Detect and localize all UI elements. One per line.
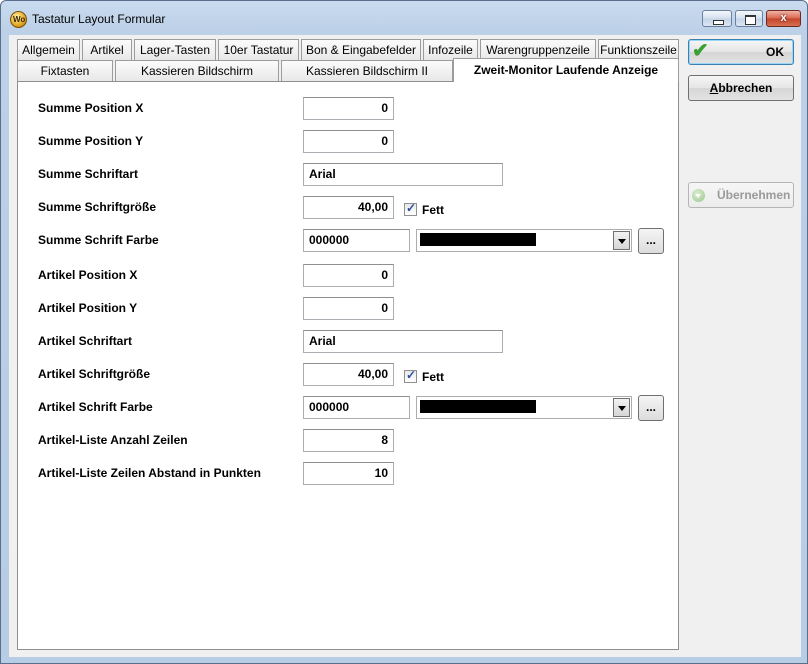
summe-position-y-input[interactable]: 0 bbox=[303, 130, 394, 153]
artikel-schriftgroesse-label: Artikel Schriftgröße bbox=[38, 367, 151, 381]
cancel-button[interactable]: Abbrechen bbox=[688, 75, 794, 101]
artikel-position-x-label: Artikel Position X bbox=[38, 268, 138, 282]
ok-button[interactable]: ✔ OK bbox=[688, 39, 794, 65]
summe-schrift-farbe-label: Summe Schrift Farbe bbox=[38, 233, 159, 247]
checkmark-icon: ✔ bbox=[692, 40, 709, 62]
liste-zeilen-abstand-label: Artikel-Liste Zeilen Abstand in Punkten bbox=[38, 466, 261, 480]
dialog-client-area: Allgemein Artikel Lager-Tasten 10er Tast… bbox=[9, 35, 801, 657]
title-bar[interactable]: Wo Tastatur Layout Formular x bbox=[1, 1, 807, 35]
ok-button-label: OK bbox=[766, 45, 784, 59]
summe-position-y-label: Summe Position Y bbox=[38, 134, 144, 148]
summe-fett-label[interactable]: Fett bbox=[422, 203, 444, 217]
close-button[interactable]: x bbox=[766, 10, 801, 27]
artikel-color-browse-button[interactable]: ... bbox=[638, 395, 664, 421]
summe-schrift-farbe-input[interactable]: 000000 bbox=[303, 229, 410, 252]
tab-bon-eingabefelder[interactable]: Bon & Eingabefelder bbox=[301, 39, 421, 61]
tab-kassieren-bildschirm-ii[interactable]: Kassieren Bildschirm II bbox=[281, 60, 453, 82]
liste-anzahl-zeilen-input[interactable]: 8 bbox=[303, 429, 394, 452]
tab-10er-tastatur[interactable]: 10er Tastatur bbox=[218, 39, 299, 61]
chevron-down-icon[interactable] bbox=[613, 398, 630, 417]
artikel-position-y-input[interactable]: 0 bbox=[303, 297, 394, 320]
cancel-button-label: bbrechen bbox=[718, 81, 773, 95]
artikel-position-x-input[interactable]: 0 bbox=[303, 264, 394, 287]
artikel-fett-checkbox[interactable] bbox=[404, 368, 417, 383]
maximize-icon bbox=[736, 11, 762, 26]
artikel-schriftgroesse-input[interactable]: 40,00 bbox=[303, 363, 394, 386]
close-icon: x bbox=[780, 12, 787, 24]
apply-button-label: Übernehmen bbox=[717, 188, 791, 202]
liste-anzahl-zeilen-label: Artikel-Liste Anzahl Zeilen bbox=[38, 433, 188, 447]
liste-zeilen-abstand-input[interactable]: 10 bbox=[303, 462, 394, 485]
summe-fett-checkbox[interactable] bbox=[404, 201, 417, 216]
maximize-button[interactable] bbox=[735, 10, 763, 27]
summe-schriftgroesse-input[interactable]: 40,00 bbox=[303, 196, 394, 219]
tab-panel: Summe Position X 0 Summe Position Y 0 Su… bbox=[17, 81, 679, 650]
tab-kassieren-bildschirm[interactable]: Kassieren Bildschirm bbox=[115, 60, 279, 82]
app-icon-text: Wo bbox=[13, 15, 26, 24]
artikel-schrift-farbe-label: Artikel Schrift Farbe bbox=[38, 400, 153, 414]
summe-schriftart-input[interactable]: Arial bbox=[303, 163, 503, 186]
artikel-schriftart-label: Artikel Schriftart bbox=[38, 334, 133, 348]
summe-color-swatch bbox=[420, 233, 536, 246]
dialog-window: Wo Tastatur Layout Formular x Allgemein … bbox=[0, 0, 808, 664]
chevron-down-icon[interactable] bbox=[613, 231, 630, 250]
apply-button[interactable]: Übernehmen bbox=[688, 182, 794, 208]
artikel-fett-label[interactable]: Fett bbox=[422, 370, 444, 384]
window-title: Tastatur Layout Formular bbox=[32, 12, 166, 26]
minimize-icon bbox=[703, 11, 731, 26]
minimize-button[interactable] bbox=[702, 10, 732, 27]
artikel-schriftart-input[interactable]: Arial bbox=[303, 330, 503, 353]
app-icon[interactable]: Wo bbox=[10, 11, 27, 28]
tab-fixtasten[interactable]: Fixtasten bbox=[17, 60, 113, 82]
summe-schriftart-label: Summe Schriftart bbox=[38, 167, 139, 181]
artikel-color-dropdown[interactable] bbox=[416, 396, 632, 419]
summe-position-x-input[interactable]: 0 bbox=[303, 97, 394, 120]
artikel-schrift-farbe-input[interactable]: 000000 bbox=[303, 396, 410, 419]
summe-position-x-label: Summe Position X bbox=[38, 101, 144, 115]
summe-schriftgroesse-label: Summe Schriftgröße bbox=[38, 200, 157, 214]
artikel-color-swatch bbox=[420, 400, 536, 413]
tab-lager-tasten[interactable]: Lager-Tasten bbox=[134, 39, 216, 61]
summe-color-browse-button[interactable]: ... bbox=[638, 228, 664, 254]
artikel-position-y-label: Artikel Position Y bbox=[38, 301, 138, 315]
tab-zweit-monitor[interactable]: Zweit-Monitor Laufende Anzeige bbox=[453, 58, 679, 82]
tab-allgemein[interactable]: Allgemein bbox=[17, 39, 80, 61]
tab-artikel[interactable]: Artikel bbox=[82, 39, 132, 61]
apply-icon bbox=[692, 189, 705, 202]
summe-color-dropdown[interactable] bbox=[416, 229, 632, 252]
